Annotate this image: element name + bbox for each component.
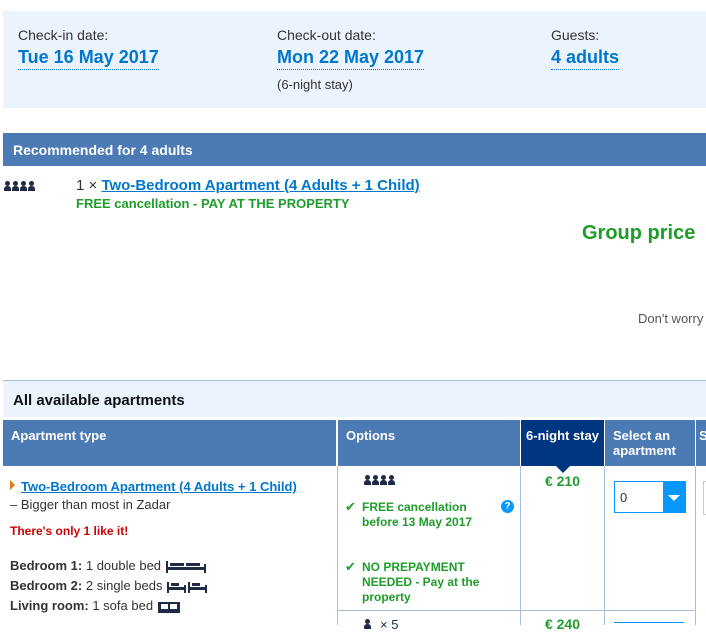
recommended-policy: FREE cancellation - PAY AT THE PROPERTY bbox=[76, 196, 350, 211]
living-room-row: Living room: 1 sofa bed bbox=[10, 598, 181, 614]
bedroom2-value: 2 single beds bbox=[85, 578, 163, 593]
group-price-label: Group price bbox=[582, 222, 696, 244]
occupancy-icon bbox=[4, 178, 36, 196]
select-value: 0 bbox=[620, 490, 628, 505]
col-select-label: Select an apartment bbox=[613, 428, 676, 458]
divider bbox=[695, 466, 696, 625]
free-cancellation-option: FREE cancellation before 13 May 2017 bbox=[362, 500, 473, 529]
chevron-down-icon bbox=[668, 495, 680, 501]
apartment-quantity-select[interactable]: 0 bbox=[614, 481, 686, 513]
stay-note: (6-night stay) bbox=[277, 77, 353, 92]
row-divider bbox=[338, 610, 696, 611]
apartment-type-link[interactable]: Two-Bedroom Apartment (4 Adults + 1 Chil… bbox=[21, 479, 297, 494]
check-icon: ✔ bbox=[345, 499, 356, 514]
col-select: Select an apartment bbox=[605, 420, 695, 466]
occupancy-icon bbox=[364, 616, 372, 634]
no-prepayment-option: NO PREPAYMENT NEEDED - Pay at the proper… bbox=[362, 560, 480, 604]
single-beds-icon bbox=[167, 581, 208, 593]
bedroom1-value: 1 double bed bbox=[85, 558, 162, 573]
col-price-label: 6-night stay bbox=[526, 428, 599, 443]
checkout-label: Check-out date: bbox=[277, 27, 376, 43]
all-apartments-header: All available apartments bbox=[3, 380, 706, 417]
bedroom1-row: Bedroom 1: 1 double bed bbox=[10, 558, 207, 574]
dont-worry-text: Don't worry bbox=[638, 311, 704, 326]
all-apartments-heading: All available apartments bbox=[13, 392, 185, 409]
guests-link[interactable]: 4 adults bbox=[551, 47, 620, 70]
col-options-label: Options bbox=[346, 428, 396, 443]
divider bbox=[337, 466, 338, 625]
bedroom2-label: Bedroom 2: bbox=[10, 578, 83, 593]
recommended-heading: Recommended for 4 adults bbox=[13, 142, 193, 158]
col-apartment-type-label: Apartment type bbox=[11, 428, 107, 443]
check-icon: ✔ bbox=[345, 559, 356, 574]
sort-arrow-icon bbox=[556, 466, 570, 473]
expand-arrow-icon[interactable] bbox=[10, 480, 15, 490]
bedroom2-row: Bedroom 2: 2 single beds bbox=[10, 578, 208, 594]
bigger-note: – Bigger than most in Zadar bbox=[10, 497, 171, 512]
checkin-date-link[interactable]: Tue 16 May 2017 bbox=[18, 47, 159, 70]
row2-quantity-select[interactable] bbox=[614, 622, 684, 626]
col-extra-label: S bbox=[699, 428, 706, 443]
sofa-bed-icon bbox=[157, 601, 180, 613]
col-price[interactable]: 6-night stay bbox=[521, 420, 604, 466]
col-options: Options bbox=[338, 420, 520, 466]
double-bed-icon bbox=[165, 560, 206, 573]
checkin-label: Check-in date: bbox=[18, 27, 109, 43]
divider bbox=[520, 466, 521, 625]
dates-panel: Check-in date: Tue 16 May 2017 Check-out… bbox=[3, 11, 706, 108]
scarcity-note: There's only 1 like it! bbox=[10, 524, 129, 538]
col-apartment-type: Apartment type bbox=[3, 420, 336, 466]
select-toggle[interactable] bbox=[663, 482, 685, 512]
bedroom1-label: Bedroom 1: bbox=[10, 558, 83, 573]
recommended-quantity: 1 × bbox=[76, 177, 98, 194]
guests-label: Guests: bbox=[551, 27, 600, 43]
divider bbox=[604, 466, 605, 625]
recommended-header: Recommended for 4 adults bbox=[3, 133, 706, 166]
row2-price-value: € 240 bbox=[544, 616, 581, 632]
occupancy-icon bbox=[364, 472, 396, 490]
recommended-apartment-link[interactable]: Two-Bedroom Apartment (4 Adults + 1 Chil… bbox=[101, 177, 419, 194]
living-room-value: 1 sofa bed bbox=[92, 598, 154, 613]
col-extra: S bbox=[696, 420, 706, 466]
living-room-label: Living room: bbox=[10, 598, 89, 613]
help-icon[interactable]: ? bbox=[501, 500, 514, 513]
price-value: € 210 bbox=[544, 473, 581, 489]
checkout-date-link[interactable]: Mon 22 May 2017 bbox=[277, 47, 425, 70]
